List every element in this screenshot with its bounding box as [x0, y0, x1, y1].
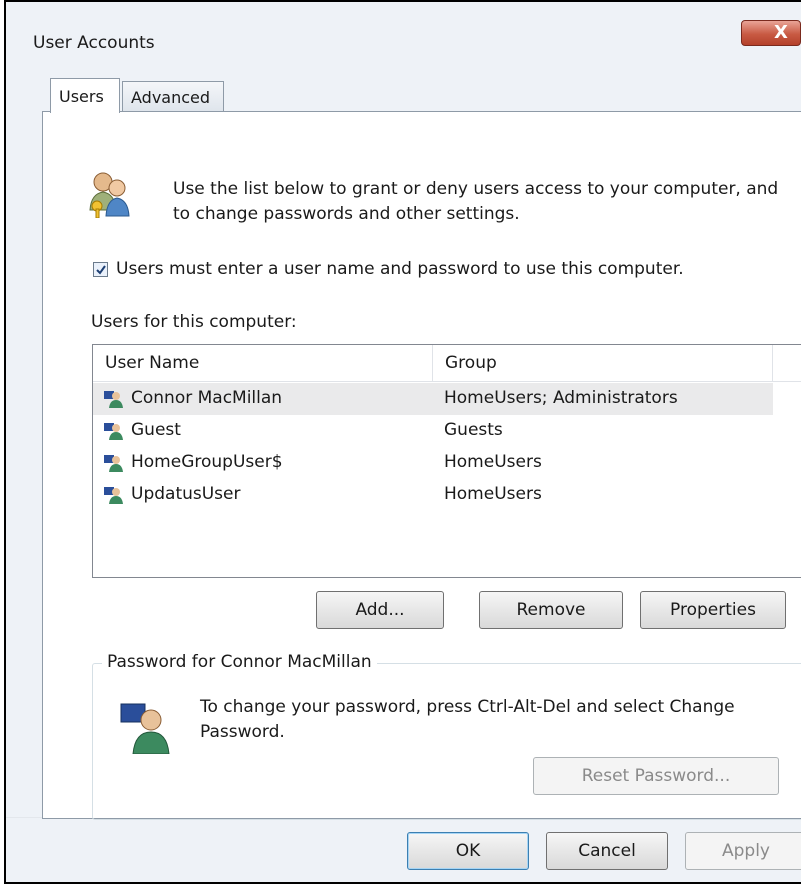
require-login-row: Users must enter a user name and passwor… — [93, 259, 684, 279]
column-header-group[interactable]: Group — [433, 345, 773, 381]
checkmark-icon — [96, 264, 106, 275]
user-icon — [104, 391, 123, 408]
table-row[interactable]: Guest Guests — [93, 415, 773, 447]
password-instructions: To change your password, press Ctrl-Alt-… — [200, 697, 735, 742]
user-name-cell: Guest — [131, 420, 181, 440]
apply-button[interactable]: Apply — [685, 832, 801, 870]
password-group-legend: Password for Connor MacMillan — [102, 652, 377, 672]
user-name-cell: Connor MacMillan — [131, 388, 283, 408]
list-header: User Name Group — [93, 345, 801, 382]
ok-button[interactable]: OK — [407, 832, 529, 870]
add-button[interactable]: Add... — [316, 591, 444, 629]
users-list-label: Users for this computer: — [91, 312, 297, 332]
cancel-button[interactable]: Cancel — [546, 832, 668, 870]
title-bar[interactable]: User Accounts X — [6, 2, 801, 68]
require-login-checkbox[interactable] — [93, 261, 108, 277]
group-cell: HomeUsers; Administrators — [444, 388, 678, 408]
tab-users[interactable]: Users — [50, 78, 120, 113]
close-icon: X — [774, 22, 788, 43]
users-key-icon — [89, 172, 130, 218]
reset-password-button[interactable]: Reset Password... — [533, 757, 779, 795]
dialog-client: Users Advanced Use the list below to gra… — [24, 78, 801, 820]
user-icon — [120, 703, 170, 754]
require-login-label[interactable]: Users must enter a user name and passwor… — [116, 259, 684, 279]
user-icon — [104, 487, 123, 504]
password-group: Password for Connor MacMillan To change … — [92, 652, 801, 820]
user-accounts-window: User Accounts X Users Advanced Use the l… — [4, 0, 801, 884]
user-icon — [104, 455, 123, 472]
user-icon — [104, 423, 123, 440]
users-tab-panel: Use the list below to grant or deny user… — [42, 111, 801, 820]
table-row[interactable]: HomeGroupUser$ HomeUsers — [93, 447, 773, 479]
group-cell: HomeUsers — [444, 484, 542, 504]
users-list[interactable]: User Name Group Connor MacMillan HomeUse… — [92, 344, 801, 578]
user-name-cell: HomeGroupUser$ — [131, 452, 283, 472]
group-cell: Guests — [444, 420, 503, 440]
table-row[interactable]: UpdatusUser HomeUsers — [93, 479, 773, 511]
column-header-user-name[interactable]: User Name — [93, 345, 433, 381]
close-button[interactable]: X — [741, 20, 801, 46]
user-name-cell: UpdatusUser — [131, 484, 241, 504]
window-title: User Accounts — [33, 33, 155, 53]
remove-button[interactable]: Remove — [479, 591, 623, 629]
tab-advanced[interactable]: Advanced — [122, 81, 224, 111]
properties-button[interactable]: Properties — [640, 591, 786, 629]
table-row[interactable]: Connor MacMillan HomeUsers; Administrato… — [93, 383, 773, 415]
intro-text: Use the list below to grant or deny user… — [173, 179, 779, 224]
group-cell: HomeUsers — [444, 452, 542, 472]
